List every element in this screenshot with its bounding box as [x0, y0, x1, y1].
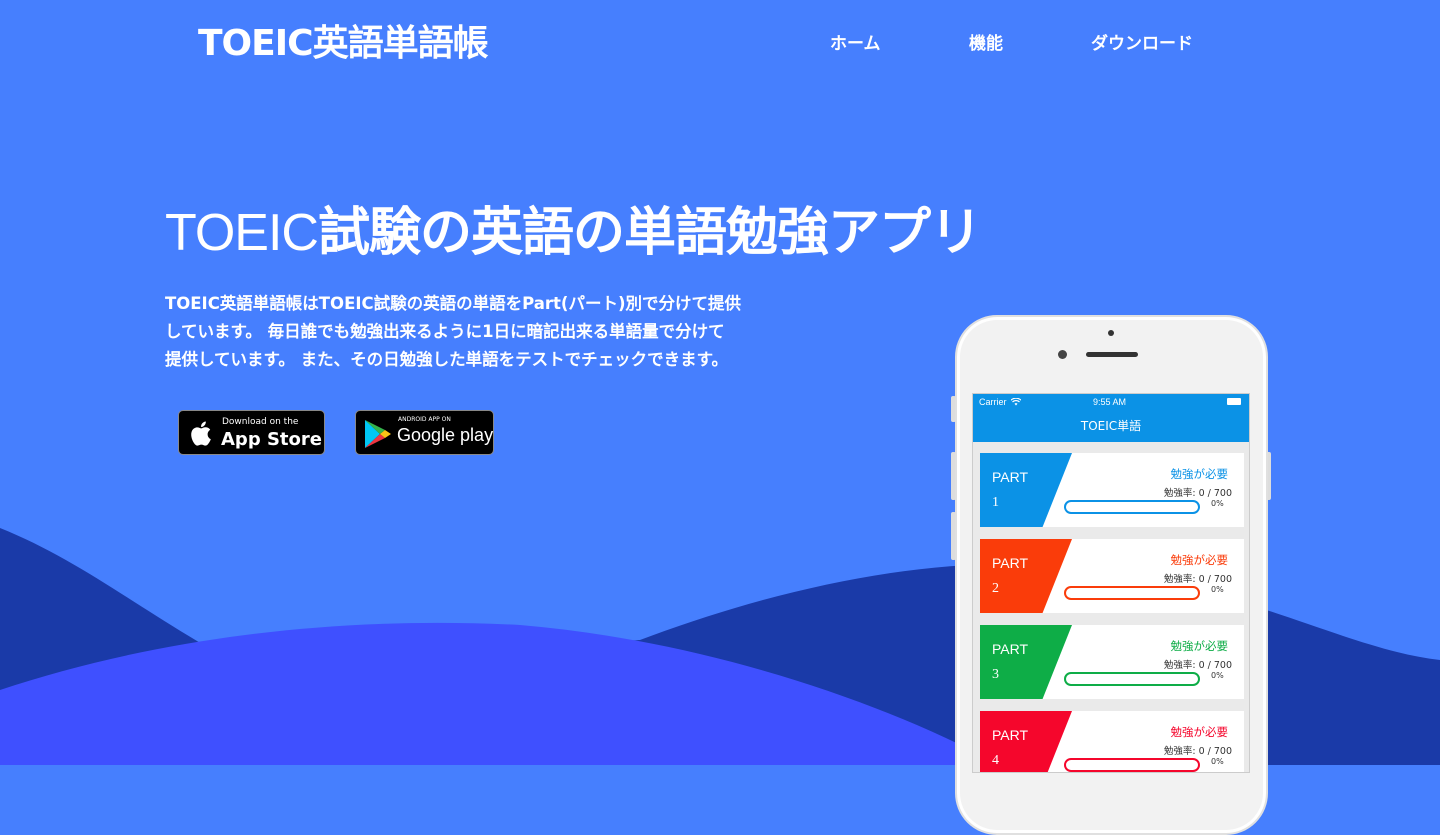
progress-bar: [1064, 500, 1200, 514]
description-line: TOEIC英語単語帳はTOEIC試験の英語の単語をPart(パート)別で分けて提…: [165, 294, 741, 313]
part-card[interactable]: PART 2 勉強が必要勉強率: 0 / 700 0%: [980, 539, 1244, 613]
play-icon: [365, 420, 391, 448]
study-rate-label: 勉強率: 0 / 700: [1163, 488, 1232, 499]
part-label: PART: [992, 555, 1029, 571]
progress-percent: 0%: [1211, 671, 1224, 680]
progress-percent: 0%: [1211, 585, 1224, 594]
study-rate-label: 勉強率: 0 / 700: [1163, 746, 1232, 757]
hero-title-jp: 試験の英語の単語勉強アプリ: [317, 203, 982, 263]
part-label: PART: [992, 727, 1029, 743]
part-number: 4: [992, 753, 999, 768]
description-line: しています。 毎日誰でも勉強出来るように1日に暗記出来る単語量で分けて: [165, 322, 725, 341]
apple-icon: [191, 421, 211, 446]
study-needed-label: 勉強が必要: [1170, 467, 1229, 481]
progress-bar: [1064, 586, 1200, 600]
part-card[interactable]: PART 3 勉強が必要勉強率: 0 / 700 0%: [980, 625, 1244, 699]
study-needed-label: 勉強が必要: [1170, 553, 1229, 567]
part-number: 1: [992, 495, 999, 510]
study-rate-label: 勉強率: 0 / 700: [1163, 660, 1232, 671]
phone-front-camera: [1058, 350, 1067, 359]
phone-sensor: [1108, 330, 1114, 336]
google-play-button[interactable]: ANDROID APP ON Google play: [355, 410, 494, 455]
part-tag: PART 2: [980, 539, 1072, 613]
part-card[interactable]: PART 1 勉強が必要勉強率: 0 / 700 0%: [980, 453, 1244, 527]
part-card[interactable]: PART 4 勉強が必要 勉強率: 0 / 700 0%: [980, 711, 1244, 772]
nav-download[interactable]: ダウンロード: [1091, 29, 1193, 54]
app-nav-title: TOEIC単語: [973, 410, 1249, 442]
part-number: 2: [992, 581, 999, 596]
progress-bar: [1064, 758, 1200, 772]
app-store-label: App Store: [221, 429, 322, 450]
part-tag: PART 1: [980, 453, 1072, 527]
hero-title: TOEIC試験の英語の単語勉強アプリ: [165, 190, 982, 265]
part-label: PART: [992, 469, 1029, 485]
google-play-small-label: ANDROID APP ON: [398, 416, 451, 423]
carrier-label: Carrier: [979, 397, 1007, 407]
study-needed-label: 勉強が必要: [1170, 639, 1229, 653]
hero-title-latin: TOEIC: [165, 204, 319, 262]
phone-speaker: [1086, 352, 1138, 357]
app-store-small-label: Download on the: [222, 417, 299, 427]
description-line: 提供しています。 また、その日勉強した単語をテストでチェックできます。: [165, 350, 728, 369]
status-time: 9:55 AM: [1093, 397, 1127, 407]
part-tag: PART 3: [980, 625, 1072, 699]
part-label: PART: [992, 641, 1029, 657]
study-rate-label: 勉強率: 0 / 700: [1163, 574, 1232, 585]
part-tag: PART 4: [980, 711, 1072, 772]
status-bar: Carrier 9:55 AM: [973, 394, 1249, 410]
battery-icon: [1227, 398, 1241, 405]
progress-percent: 0%: [1211, 499, 1224, 508]
brand-logo[interactable]: TOEIC英語単語帳: [198, 14, 489, 66]
google-play-label: Google play: [397, 425, 494, 445]
app-store-button[interactable]: Download on the App Store: [178, 410, 325, 455]
study-needed-label: 勉強が必要: [1170, 725, 1229, 739]
nav-home[interactable]: ホーム: [830, 29, 881, 54]
nav-features[interactable]: 機能: [969, 29, 1003, 54]
part-number: 3: [992, 667, 999, 682]
wifi-icon: [1011, 398, 1021, 406]
progress-bar: [1064, 672, 1200, 686]
hero-description: TOEIC英語単語帳はTOEIC試験の英語の単語をPart(パート)別で分けて提…: [165, 290, 805, 374]
phone-screen: Carrier 9:55 AM TOEIC単語 PART 1 勉強が必要 勉強率: 0…: [972, 393, 1250, 773]
